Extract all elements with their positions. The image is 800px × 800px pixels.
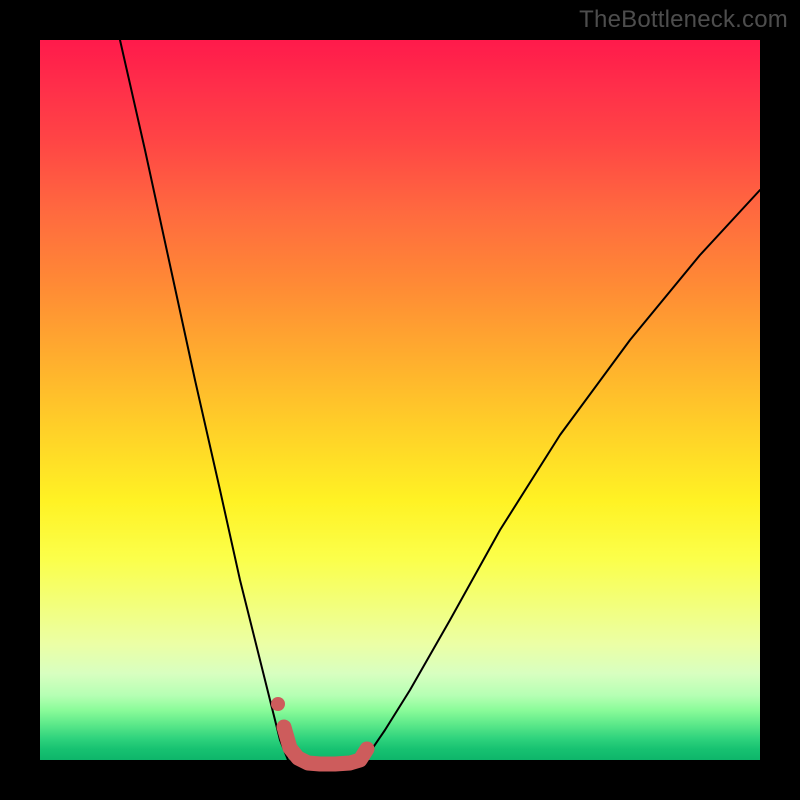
series-marker-dot (271, 697, 285, 711)
series-marker-cluster (284, 727, 367, 764)
curves-svg (40, 40, 760, 760)
series-left-curve (120, 40, 300, 764)
watermark-text: TheBottleneck.com (579, 6, 788, 34)
chart-frame: TheBottleneck.com (0, 0, 800, 800)
series-right-curve (360, 190, 760, 764)
plot-area (40, 40, 760, 760)
